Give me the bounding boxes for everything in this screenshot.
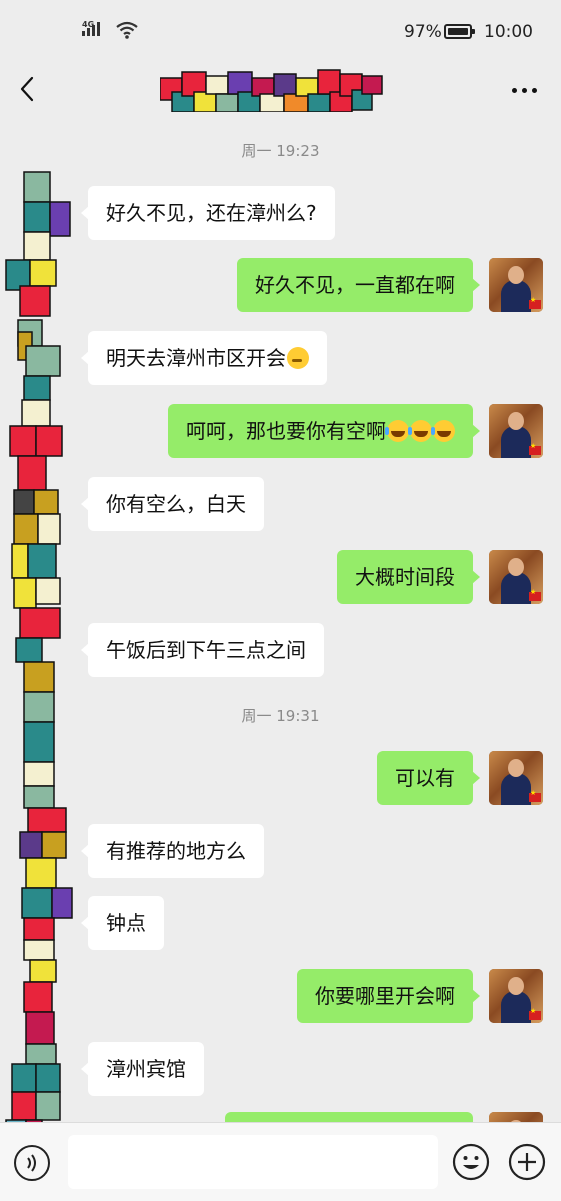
battery-percent: 97%	[404, 22, 442, 42]
message-text: 呵呵，那也要你有空啊	[186, 419, 386, 443]
message-text: 漳州宾馆	[106, 1057, 186, 1081]
more-button[interactable]	[507, 76, 541, 104]
message-text: 可以有	[395, 766, 455, 790]
message-bubble-incoming[interactable]: 午饭后到下午三点之间	[81, 623, 324, 677]
back-button[interactable]	[16, 74, 40, 104]
message-text: 有推荐的地方么	[106, 839, 246, 863]
message-text: 大概时间段	[355, 565, 455, 589]
status-bar: 4G 97% 10:00	[0, 0, 561, 62]
message-input[interactable]	[68, 1135, 438, 1189]
message-text: 你要哪里开会啊	[315, 984, 455, 1008]
more-horizontal-icon	[511, 87, 517, 93]
message-text: 你有空么，白天	[106, 492, 246, 516]
message-bubble-incoming[interactable]: 有推荐的地方么	[81, 824, 264, 878]
message-bubble-outgoing[interactable]: 好久不见，一直都在啊	[237, 258, 480, 312]
voice-icon	[27, 1154, 36, 1172]
message-bubble-incoming[interactable]: 漳州宾馆	[81, 1042, 204, 1096]
message-bubble-incoming[interactable]: 明天去漳州市区开会	[81, 331, 327, 385]
chat-header	[0, 62, 561, 118]
message-bubble-outgoing[interactable]: 你要哪里开会啊	[297, 969, 480, 1023]
my-avatar[interactable]	[489, 550, 543, 604]
my-avatar[interactable]	[489, 404, 543, 458]
network-type: 4G	[82, 20, 95, 29]
battery-icon	[444, 24, 475, 39]
wifi-icon	[116, 21, 138, 39]
message-text: 好久不见，一直都在啊	[255, 273, 455, 297]
my-avatar[interactable]	[489, 969, 543, 1023]
message-text: 午饭后到下午三点之间	[106, 638, 306, 662]
thinking-face-emoji-icon	[287, 347, 309, 369]
signal-icon: 4G	[82, 20, 100, 36]
message-bubble-outgoing[interactable]: 大概时间段	[337, 550, 480, 604]
message-bubble-incoming[interactable]: 好久不见，还在漳州么?	[81, 186, 335, 240]
rofl-emoji-icon	[431, 420, 455, 442]
rofl-emoji-icon	[408, 420, 432, 442]
message-text: 钟点	[106, 911, 146, 935]
message-timestamp: 周一 19:31	[241, 707, 320, 725]
message-bubble-outgoing[interactable]: 可以有	[377, 751, 480, 805]
message-bubble-incoming[interactable]: 你有空么，白天	[81, 477, 264, 531]
my-avatar[interactable]	[489, 751, 543, 805]
message-bubble-incoming[interactable]: 钟点	[81, 896, 164, 950]
voice-button[interactable]	[14, 1145, 50, 1181]
input-bar	[0, 1122, 561, 1201]
my-avatar[interactable]	[489, 258, 543, 312]
rofl-emoji-icon	[385, 420, 409, 442]
message-text: 好久不见，还在漳州么?	[106, 201, 317, 225]
contact-name-redacted	[160, 69, 383, 112]
message-bubble-outgoing[interactable]: 呵呵，那也要你有空啊	[168, 404, 480, 458]
status-time: 10:00	[484, 22, 533, 42]
message-text: 明天去漳州市区开会	[106, 346, 286, 370]
plus-button[interactable]	[508, 1143, 546, 1181]
redacted-avatar-strip	[5, 171, 73, 1197]
emoji-button[interactable]	[452, 1143, 490, 1181]
message-timestamp: 周一 19:23	[241, 142, 320, 160]
